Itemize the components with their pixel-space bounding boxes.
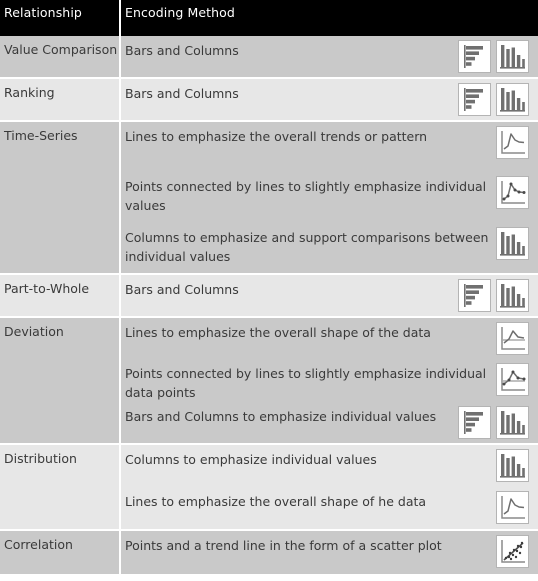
column-chart-icon[interactable]: [496, 279, 529, 312]
encoding-icons: [496, 223, 538, 260]
encoding-icons: [496, 318, 538, 355]
horizontal-bar-chart-icon[interactable]: [458, 40, 491, 73]
deviation-line-chart-icon[interactable]: [496, 322, 529, 355]
encoding-icons: [496, 359, 538, 396]
encoding-entry: Bars and Columns: [121, 275, 538, 316]
cell-relationship: Time-Series: [0, 122, 119, 273]
encoding-entry: Points connected by lines to slightly em…: [121, 172, 538, 222]
encoding-entry: Points connected by lines to slightly em…: [121, 359, 538, 402]
cell-relationship: Part-to-Whole: [0, 275, 119, 316]
encoding-icons: [458, 275, 538, 312]
encoding-entry: Columns to emphasize individual values: [121, 445, 538, 487]
table-row: Distribution Columns to emphasize indivi…: [0, 445, 538, 531]
encoding-icons: [458, 36, 538, 73]
line-chart-icon[interactable]: [496, 491, 529, 524]
encoding-entry: Lines to emphasize the overall shape of …: [121, 318, 538, 359]
table-row: Deviation Lines to emphasize the overall…: [0, 318, 538, 445]
encoding-icons: [496, 122, 538, 159]
encoding-description: Lines to emphasize the overall shape of …: [125, 325, 431, 340]
table-row: Time-Series Lines to emphasize the overa…: [0, 122, 538, 275]
column-chart-icon[interactable]: [496, 449, 529, 482]
encoding-entry: Columns to emphasize and support compari…: [121, 223, 538, 273]
encoding-icons: [458, 79, 538, 116]
encoding-description: Bars and Columns: [125, 282, 239, 297]
encoding-entry: Bars and Columns: [121, 36, 538, 77]
line-chart-with-points-icon[interactable]: [496, 176, 529, 210]
horizontal-bar-chart-icon[interactable]: [458, 406, 491, 439]
table-header-row: Relationship Encoding Method: [0, 0, 538, 36]
encoding-description: Bars and Columns: [125, 86, 239, 101]
line-chart-icon[interactable]: [496, 126, 529, 159]
cell-encoding-method: Points and a trend line in the form of a…: [121, 531, 538, 574]
encoding-icons: [496, 531, 538, 568]
cell-relationship: Deviation: [0, 318, 119, 443]
cell-encoding-method: Bars and Columns: [121, 79, 538, 120]
encoding-icons: [496, 445, 538, 482]
table-row: Correlation Points and a trend line in t…: [0, 531, 538, 574]
horizontal-bar-chart-icon[interactable]: [458, 83, 491, 116]
encoding-icons: [496, 487, 538, 524]
encoding-entry: Bars and Columns to emphasize individual…: [121, 402, 538, 443]
encoding-method-table: Relationship Encoding Method Value Compa…: [0, 0, 538, 581]
encoding-description: Points connected by lines to slightly em…: [125, 179, 487, 214]
encoding-description: Lines to emphasize the overall trends or…: [125, 129, 428, 144]
encoding-description: Points connected by lines to slightly em…: [125, 366, 487, 400]
encoding-entry: Bars and Columns: [121, 79, 538, 120]
encoding-description: Bars and Columns: [125, 43, 239, 58]
scatter-plot-icon[interactable]: [496, 535, 529, 568]
cell-relationship: Correlation: [0, 531, 119, 574]
table-row: Value Comparison Bars and Columns: [0, 36, 538, 79]
encoding-entry: Lines to emphasize the overall shape of …: [121, 487, 538, 529]
cell-encoding-method: Bars and Columns: [121, 36, 538, 77]
column-chart-icon[interactable]: [496, 83, 529, 116]
column-header-encoding-method: Encoding Method: [121, 0, 538, 36]
column-chart-icon[interactable]: [496, 406, 529, 439]
encoding-icons: [496, 172, 538, 210]
horizontal-bar-chart-icon[interactable]: [458, 279, 491, 312]
encoding-description: Bars and Columns to emphasize individual…: [125, 409, 437, 424]
table-row: Part-to-Whole Bars and Columns: [0, 275, 538, 318]
encoding-description: Points and a trend line in the form of a…: [125, 538, 442, 553]
cell-encoding-method: Lines to emphasize the overall trends or…: [121, 122, 538, 273]
column-chart-icon[interactable]: [496, 226, 529, 260]
cell-encoding-method: Lines to emphasize the overall shape of …: [121, 318, 538, 443]
encoding-entry: Points and a trend line in the form of a…: [121, 531, 538, 574]
encoding-description: Columns to emphasize and support compari…: [125, 229, 489, 264]
column-header-relationship: Relationship: [0, 0, 119, 36]
encoding-icons: [458, 402, 538, 439]
encoding-description: Columns to emphasize individual values: [125, 452, 377, 467]
encoding-description: Lines to emphasize the overall shape of …: [125, 494, 427, 509]
cell-encoding-method: Bars and Columns: [121, 275, 538, 316]
deviation-line-chart-with-points-icon[interactable]: [496, 363, 529, 396]
column-chart-icon[interactable]: [496, 40, 529, 73]
cell-relationship: Distribution: [0, 445, 119, 529]
encoding-entry: Lines to emphasize the overall trends or…: [121, 122, 538, 172]
cell-relationship: Value Comparison: [0, 36, 119, 77]
cell-relationship: Ranking: [0, 79, 119, 120]
table-row: Ranking Bars and Columns: [0, 79, 538, 122]
cell-encoding-method: Columns to emphasize individual values L…: [121, 445, 538, 529]
